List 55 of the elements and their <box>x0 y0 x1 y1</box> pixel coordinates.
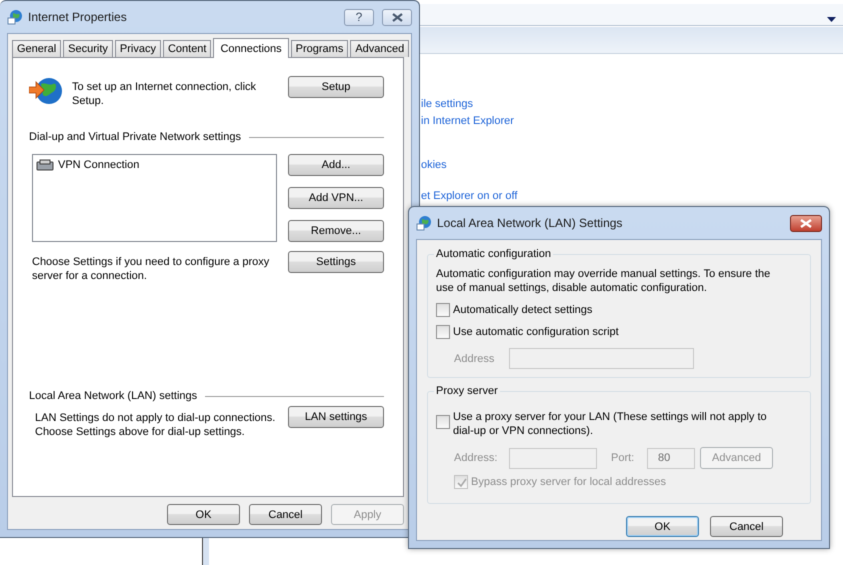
tab[interactable]: Privacy <box>114 40 161 57</box>
lan-settings-button[interactable]: LAN settings <box>288 406 384 428</box>
proxy-description: Choose Settings if you need to configure a proxy server for a connection. <box>32 255 270 283</box>
tab[interactable]: Content <box>162 40 212 57</box>
connection-list[interactable]: VPN Connection <box>32 154 277 242</box>
checkbox-label[interactable]: Use automatic configuration script <box>453 325 619 339</box>
lan-description: LAN Settings do not apply to dial-up connections. <box>35 411 276 425</box>
group-label: Automatic configuration <box>434 247 553 261</box>
tab[interactable]: Connections <box>213 38 289 58</box>
dialog-button[interactable]: Cancel <box>710 516 783 537</box>
checkbox-label[interactable]: Automatically detect settings <box>453 303 592 317</box>
connection-button[interactable]: Add VPN... <box>288 187 384 209</box>
network-connection-icon <box>36 159 54 171</box>
field-label: Address: <box>454 451 498 465</box>
dropdown-arrow-icon[interactable] <box>827 17 836 22</box>
settings-button[interactable]: Settings <box>288 251 384 273</box>
close-icon <box>392 12 402 22</box>
globe-icon <box>416 215 432 231</box>
lan-description: Choose Settings above for dial-up settings. <box>35 425 246 439</box>
field-label: Port: <box>611 451 636 465</box>
setup-button[interactable]: Setup <box>288 76 384 98</box>
close-button[interactable] <box>790 214 822 232</box>
checkbox[interactable] <box>436 303 450 317</box>
tab[interactable]: General <box>12 40 62 57</box>
group-label: Proxy server <box>434 384 500 398</box>
dialog-button[interactable]: OK <box>167 504 240 525</box>
list-item[interactable]: VPN Connection <box>58 158 140 172</box>
tab[interactable]: Advanced <box>350 40 410 57</box>
field-label: Address <box>454 352 496 366</box>
close-button[interactable] <box>382 8 412 26</box>
globe-arrow-icon <box>29 76 63 106</box>
checkbox[interactable] <box>436 415 450 429</box>
tab[interactable]: Security <box>63 40 113 57</box>
dialog-button[interactable]: OK <box>626 516 699 537</box>
link[interactable]: ile settings <box>421 96 473 113</box>
connection-button[interactable]: Add... <box>288 154 384 176</box>
link[interactable]: okies <box>421 143 447 188</box>
checkbox[interactable] <box>436 325 450 339</box>
port-field[interactable]: 80 <box>647 448 695 468</box>
globe-icon <box>7 9 23 25</box>
setup-description: To set up an Internet connection, click Setup. <box>72 80 258 108</box>
close-icon <box>800 218 812 228</box>
tab[interactable]: Programs <box>290 40 348 57</box>
help-button[interactable]: ? <box>344 8 374 26</box>
link[interactable]: in Internet Explorer <box>421 113 514 130</box>
checkbox-label[interactable]: Use a proxy server for your LAN (These settings will not apply to dial-up or VPN connections). <box>453 410 773 438</box>
window-edge <box>202 536 209 565</box>
section-heading: Dial-up and Virtual Private Network settings <box>29 130 241 144</box>
section-heading: Local Area Network (LAN) settings <box>29 389 198 403</box>
link[interactable]: et Explorer on or off <box>421 188 518 205</box>
connection-button[interactable]: Remove... <box>288 220 384 242</box>
description-text: Automatic configuration may override manual settings. To ensure the use of manual settings, disable automatic configuration. <box>436 267 772 295</box>
dialog-button[interactable]: Cancel <box>249 504 322 525</box>
window-title: Local Area Network (LAN) Settings <box>437 216 622 230</box>
window-title: Internet Properties <box>28 10 127 24</box>
